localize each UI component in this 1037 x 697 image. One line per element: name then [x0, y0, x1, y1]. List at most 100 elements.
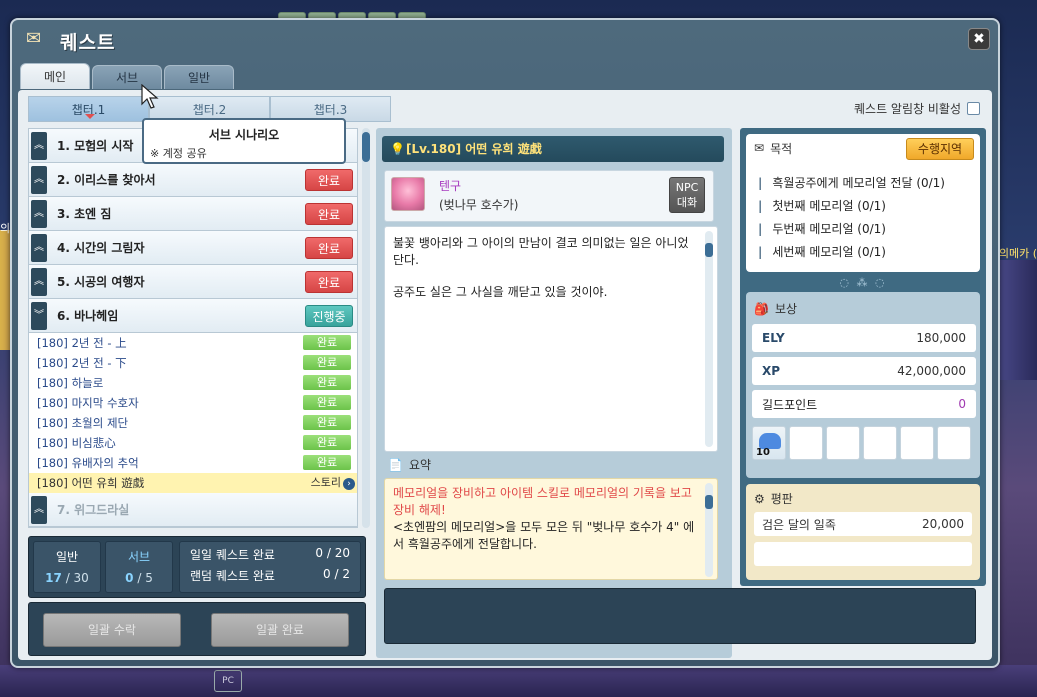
chevron-up-icon[interactable]: ︽	[31, 267, 47, 296]
tab-general[interactable]: 일반	[164, 65, 234, 89]
status-badge[interactable]: 완료	[305, 237, 353, 259]
subquest-item[interactable]: [180] 2년 전 - 上 완료	[29, 333, 357, 353]
objective-item: 두번째 메모리얼 (0/1)	[746, 220, 980, 243]
fame-row-empty	[754, 542, 972, 566]
status-badge: 완료	[303, 355, 351, 370]
subquest-item[interactable]: [180] 비심悲心 완료	[29, 433, 357, 453]
reward-item-slot	[826, 426, 860, 460]
npc-talk-button[interactable]: NPC 대화	[669, 177, 705, 213]
fame-section: ⚙ 평판 검은 달의 일족 20,000	[746, 484, 980, 580]
chevron-up-icon[interactable]: ︽	[31, 199, 47, 228]
dialog-scrollbar[interactable]	[705, 231, 713, 447]
scroll-thumb[interactable]	[362, 132, 370, 162]
chevron-down-icon[interactable]: ︾	[31, 301, 47, 330]
mouse-cursor-icon	[141, 84, 159, 109]
quest-name: 2. 이리스를 찾아서	[57, 173, 156, 187]
npc-avatar	[391, 177, 425, 211]
npc-location: (벚나무 호수가)	[439, 198, 519, 212]
chevron-up-icon[interactable]: ︽	[31, 165, 47, 194]
subquest-item[interactable]: [180] 유배자의 추억 완료	[29, 453, 357, 473]
status-badge: 완료	[303, 455, 351, 470]
scroll-icon: ✉	[754, 141, 765, 155]
bottom-badge: PC	[214, 670, 242, 692]
quest-row[interactable]: ︽ 5. 시공의 여행자 완료	[29, 265, 357, 299]
notify-checkbox[interactable]	[967, 102, 980, 115]
scroll-thumb[interactable]	[705, 243, 713, 257]
quest-name: 3. 초엔 짐	[57, 207, 112, 221]
main-content: 챕터.1 챕터.2 챕터.3 퀘스트 알림창 비활성 ︽ 1. 모험의 시작 ︽…	[18, 90, 992, 660]
objective-item: 세번째 메모리얼 (0/1)	[746, 243, 980, 266]
status-badge: 완료	[303, 415, 351, 430]
reward-item-slot	[937, 426, 971, 460]
document-icon: 📄	[388, 457, 403, 472]
bulk-accept-button[interactable]: 일괄 수락	[43, 613, 181, 647]
stat-general: 일반 17 / 30	[33, 541, 101, 593]
decorative-divider: ◌ ⁂ ◌	[839, 276, 887, 289]
status-badge[interactable]: 완료	[305, 203, 353, 225]
title-bar[interactable]: ✉ 퀘스트 ✖	[12, 20, 998, 58]
quest-row[interactable]: ︾ 6. 바나헤임 진행중	[29, 299, 357, 333]
objective-item: 흑월공주에게 메모리얼 전달 (0/1)	[746, 174, 980, 197]
medal-icon: ⚙	[754, 491, 765, 506]
quest-name: 6. 바나헤임	[57, 309, 119, 323]
reward-section: 🎒 보상 ELY 180,000 XP 42,000,000 길드포인트 0 10	[746, 292, 980, 478]
chevron-up-icon[interactable]: ︽	[31, 233, 47, 262]
scroll-icon: ✉	[26, 28, 42, 49]
scroll-thumb[interactable]	[705, 495, 713, 509]
subquest-item-selected[interactable]: [180] 어떤 유희 遊戱 스토리 ›	[29, 473, 357, 493]
dialog-text: 불꽃 뱅아리와 그 아이의 만남이 결코 의미없는 일은 아니었단다. 공주도 …	[384, 226, 718, 452]
quest-detail: 💡 [Lv.180] 어떤 유희 遊戱 텐구 (벚나무 호수가) NPC 대화 불꽃…	[376, 128, 976, 658]
subquest-item[interactable]: [180] 하늘로 완료	[29, 373, 357, 393]
tab-chapter-1[interactable]: 챕터.1	[28, 96, 149, 122]
summary-scrollbar[interactable]	[705, 483, 713, 577]
subquest-item[interactable]: [180] 2년 전 - 下 완료	[29, 353, 357, 373]
reward-item-slot	[863, 426, 897, 460]
status-badge: 완료	[303, 335, 351, 350]
reward-ely: ELY 180,000	[752, 324, 976, 352]
region-button[interactable]: 수행지역	[906, 138, 974, 160]
close-button[interactable]: ✖	[968, 28, 990, 50]
status-badge[interactable]: 완료	[305, 169, 353, 191]
quest-name: 5. 시공의 여행자	[57, 275, 145, 289]
story-tag: 스토리 ›	[311, 475, 355, 490]
reward-item-slot[interactable]: 10	[752, 426, 786, 460]
reward-xp: XP 42,000,000	[752, 357, 976, 385]
quest-list-scrollbar[interactable]	[362, 128, 370, 528]
chevron-up-icon[interactable]: ︽	[31, 495, 47, 524]
bulk-actions: 일괄 수락 일괄 완료	[28, 602, 366, 656]
quest-row[interactable]: ︽ 2. 이리스를 찾아서 완료	[29, 163, 357, 197]
quest-stats: 일반 17 / 30 서브 0 / 5 일일 퀘스트 완료 0 / 20 랜덤 퀘…	[28, 536, 366, 598]
background-label-right: 의메카 (	[998, 247, 1037, 260]
objectives: ✉목적 수행지역 흑월공주에게 메모리얼 전달 (0/1) 첫번째 메모리얼 (…	[746, 134, 980, 272]
reward-guild-points: 길드포인트 0	[752, 390, 976, 418]
tab-main[interactable]: 메인	[20, 63, 90, 89]
stat-sub: 서브 0 / 5	[105, 541, 173, 593]
main-tabs: 메인 서브 일반	[20, 63, 234, 89]
lightbulb-icon: 💡	[390, 142, 405, 156]
fame-row: 검은 달의 일족 20,000	[754, 512, 972, 536]
treasure-icon: 🎒	[754, 301, 769, 316]
selected-arrow-icon	[85, 114, 95, 119]
quest-row[interactable]: ︽ 7. 위그드라실	[29, 493, 357, 527]
bulk-complete-button[interactable]: 일괄 완료	[211, 613, 349, 647]
reward-items: 10	[752, 426, 971, 460]
summary-text: 메모리얼을 장비하고 아이템 스킬로 메모리얼의 기록을 보고 장비 해제! <…	[384, 478, 718, 580]
arrow-right-icon[interactable]: ›	[343, 478, 355, 490]
quest-name: 4. 시간의 그림자	[57, 241, 145, 255]
status-badge[interactable]: 완료	[305, 271, 353, 293]
chevron-up-icon[interactable]: ︽	[31, 131, 47, 160]
subquest-item[interactable]: [180] 마지막 수호자 완료	[29, 393, 357, 413]
npc-name: 텐구	[439, 179, 462, 193]
quest-row[interactable]: ︽ 4. 시간의 그림자 완료	[29, 231, 357, 265]
window-title: 퀘스트	[60, 32, 116, 54]
summary-header: 📄 요약	[388, 457, 432, 473]
daily-summary: 일일 퀘스트 완료 0 / 20 랜덤 퀘스트 완료 0 / 2	[179, 541, 361, 593]
status-badge: 완료	[303, 395, 351, 410]
subquest-item[interactable]: [180] 초월의 제단 완료	[29, 413, 357, 433]
quest-window: ✉ 퀘스트 ✖ 메인 서브 일반 챕터.1 챕터.2 챕터.3 퀘스트 알림창 …	[10, 18, 1000, 668]
quest-row[interactable]: ︽ 3. 초엔 짐 완료	[29, 197, 357, 231]
quest-title: 💡 [Lv.180] 어떤 유희 遊戱	[382, 136, 724, 162]
notify-toggle[interactable]: 퀘스트 알림창 비활성	[854, 100, 980, 117]
npc-info: 텐구 (벚나무 호수가) NPC 대화	[384, 170, 714, 222]
status-badge[interactable]: 진행중	[305, 305, 353, 327]
